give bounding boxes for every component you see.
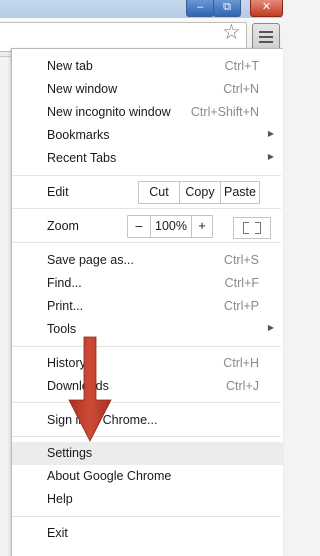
arrow-shaft	[68, 336, 112, 442]
red-arrow-annotation-icon	[68, 336, 112, 442]
